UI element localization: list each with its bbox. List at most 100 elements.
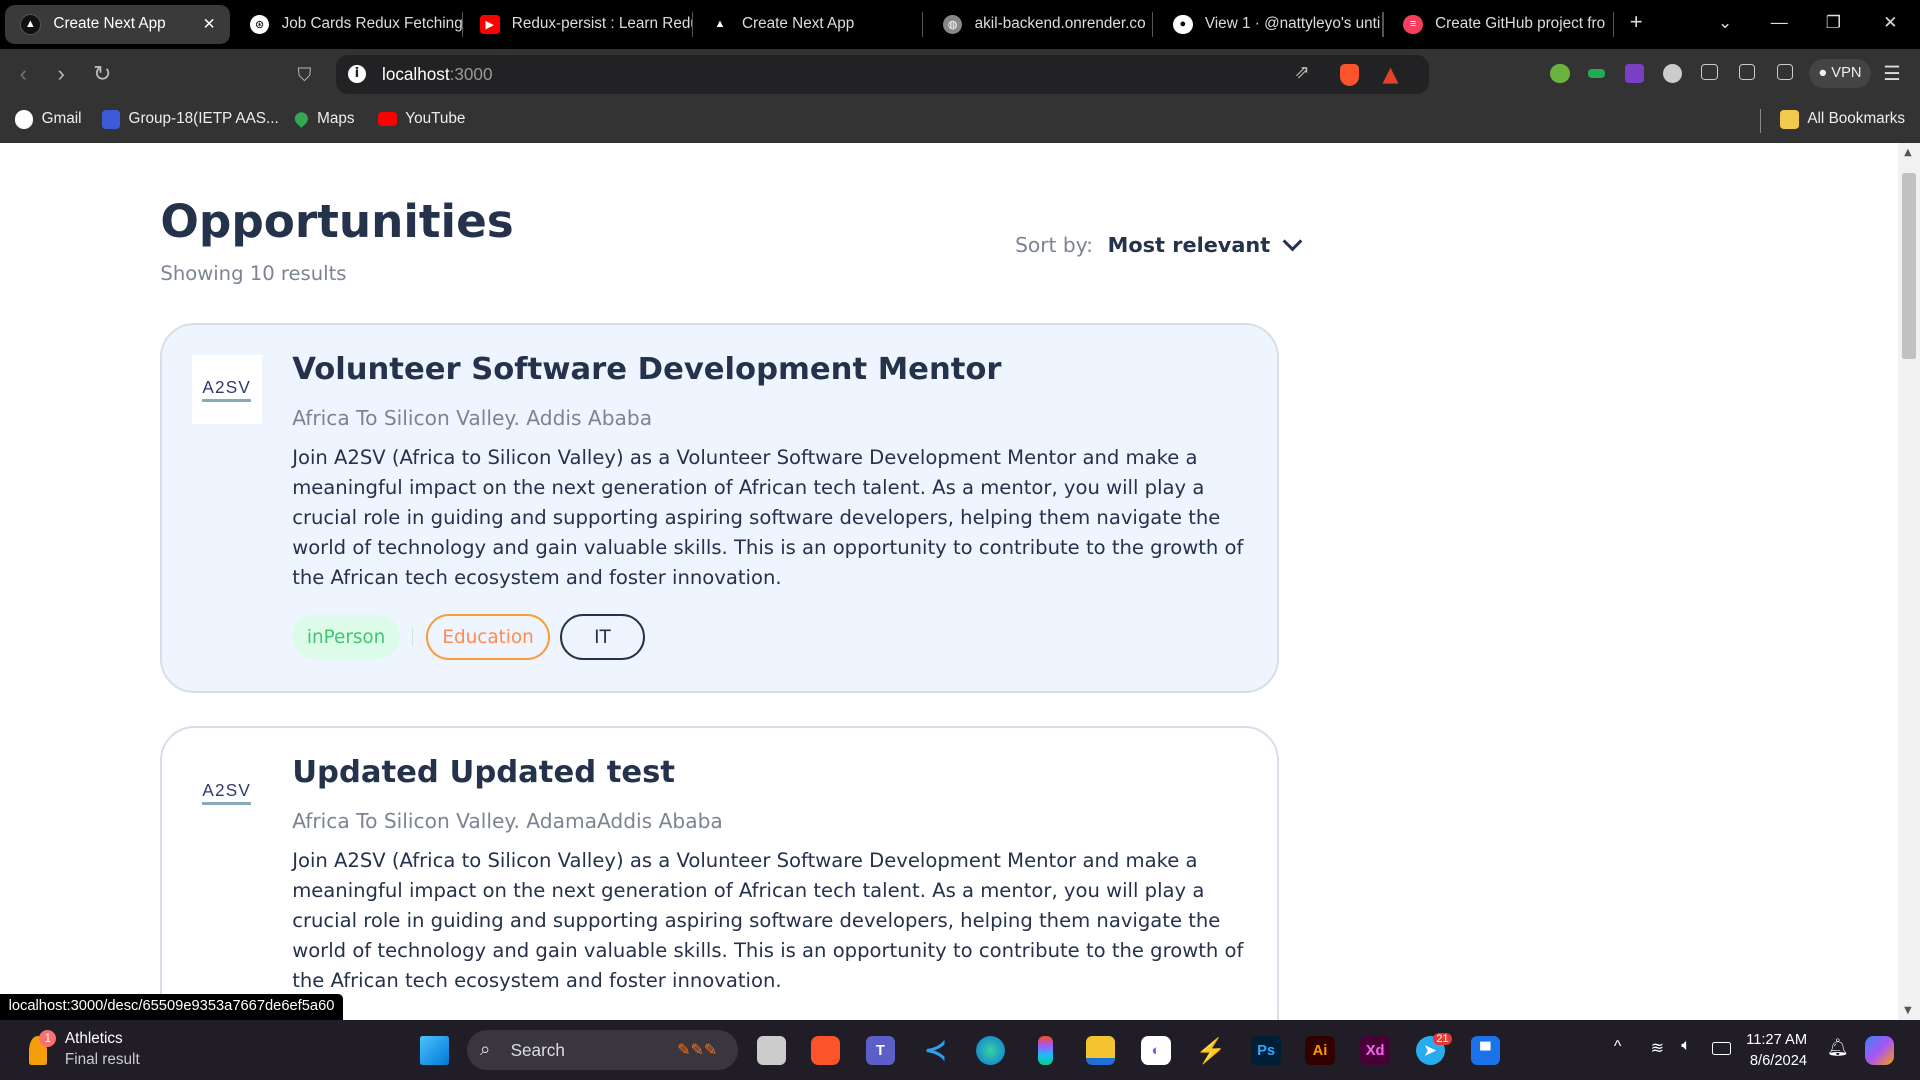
status-bar-url: localhost:3000/desc/65509e9353a7667de6ef… — [0, 994, 343, 1020]
time: 11:27 AM — [1746, 1031, 1808, 1048]
extension-add-icon[interactable] — [1550, 63, 1570, 84]
bookmark-label: All Bookmarks — [1807, 110, 1906, 128]
back-button[interactable]: ‹ — [20, 61, 27, 87]
divider — [412, 628, 414, 646]
teams-icon[interactable]: T — [865, 1035, 896, 1066]
menu-icon[interactable]: ☰ — [1883, 62, 1901, 86]
scroll-down-icon[interactable]: ▼ — [1904, 1005, 1912, 1016]
search-icon: ⌕ — [479, 1038, 491, 1060]
tag-it: IT — [560, 614, 645, 660]
bookmark-label: Group-18(IETP AAS... — [128, 110, 279, 128]
battery-icon[interactable] — [1711, 1042, 1731, 1056]
app-icon[interactable]: ◐ — [1141, 1035, 1171, 1066]
vpn-button[interactable]: ● VPN — [1808, 58, 1872, 89]
weather-widget[interactable]: 1 Athletics Final result — [27, 1029, 149, 1073]
tab-create-next-app-2[interactable]: ▲ Create Next App — [696, 5, 924, 44]
taskbar-search[interactable]: ⌕ Search ✎✎✎ — [466, 1029, 739, 1071]
widget-subtitle: Final result — [64, 1050, 140, 1068]
edge-icon[interactable] — [975, 1035, 1006, 1066]
tab-github-view[interactable]: ● View 1 · @nattyleyo's unti — [1158, 5, 1384, 44]
taskbar: 1 Athletics Final result ⌕ Search ✎✎✎ T … — [0, 1020, 1920, 1080]
photoshop-icon[interactable]: Ps — [1251, 1035, 1281, 1066]
puzzle-icon[interactable] — [1700, 63, 1718, 81]
close-window-button[interactable]: ✕ — [1883, 12, 1897, 33]
share-icon[interactable]: ⇗ — [1294, 62, 1309, 83]
bookmark-maps[interactable]: Maps — [292, 109, 355, 129]
date: 8/6/2024 — [1749, 1052, 1808, 1069]
opportunity-card[interactable]: A2SV Volunteer Software Development Ment… — [160, 323, 1279, 694]
sidebar-icon[interactable] — [1738, 63, 1756, 81]
tab-title: Create Next App — [53, 15, 166, 33]
tab-title: Create Next App — [742, 15, 855, 33]
notification-bell-icon[interactable]: 🔔︎ — [1827, 1037, 1849, 1058]
new-tab-button[interactable]: + — [1630, 9, 1643, 35]
tab-github-project[interactable]: ≡ Create GitHub project fro — [1389, 5, 1614, 44]
figma-icon[interactable] — [1038, 1035, 1054, 1066]
maps-icon — [292, 109, 312, 129]
page-title: Opportunities — [160, 194, 514, 248]
telegram-badge: 21 — [1432, 1033, 1453, 1046]
illustrator-icon[interactable]: Ai — [1305, 1035, 1335, 1066]
address-bar[interactable]: i localhost:3000 ⇗ ▲ — [335, 55, 1429, 95]
scroll-up-icon[interactable]: ▲ — [1904, 147, 1912, 158]
windows-start-icon[interactable] — [420, 1035, 450, 1066]
brave-taskbar-icon[interactable] — [810, 1035, 840, 1066]
all-bookmarks-button[interactable]: All Bookmarks — [1780, 110, 1906, 129]
tab-search-chevron-icon[interactable]: ⌄ — [1718, 12, 1732, 33]
wifi-icon[interactable]: ≋ — [1651, 1038, 1664, 1058]
close-icon[interactable]: ✕ — [203, 15, 216, 34]
wallet-icon[interactable] — [1776, 63, 1794, 81]
scrollbar-thumb[interactable] — [1901, 172, 1917, 359]
tab-title: Job Cards Redux Fetching — [281, 15, 463, 33]
card-title[interactable]: Updated Updated test — [292, 755, 675, 790]
tab-strip: ▲ Create Next App ✕ ⊛ Job Cards Redux Fet… — [0, 0, 1920, 49]
calendar-icon — [101, 110, 120, 129]
brave-rewards-icon[interactable]: ▲ — [1382, 62, 1398, 86]
vscode-icon[interactable]: ≺ — [921, 1035, 950, 1065]
divider — [1759, 108, 1761, 134]
youtube-icon: ▶ — [479, 14, 500, 35]
google-icon — [14, 110, 34, 129]
extension-s-icon[interactable] — [1624, 63, 1645, 84]
search-label: Search — [510, 1039, 565, 1060]
widget-badge: 1 — [39, 1029, 57, 1047]
tab-title: View 1 · @nattyleyo's unti — [1204, 15, 1381, 33]
bookmark-icon[interactable]: ⛉ — [298, 64, 312, 86]
xd-icon[interactable]: Xd — [1360, 1035, 1390, 1066]
volume-icon[interactable]: 🔈︎ — [1681, 1037, 1691, 1055]
bookmark-group-18[interactable]: Group-18(IETP AAS... — [101, 110, 279, 129]
chevron-up-icon[interactable]: ^ — [1614, 1038, 1621, 1056]
sort-dropdown[interactable]: Sort by: Most relevant — [1015, 231, 1303, 257]
minimize-button[interactable]: — — [1771, 12, 1788, 33]
tab-create-next-app[interactable]: ▲ Create Next App ✕ — [4, 4, 231, 45]
bookmark-label: YouTube — [405, 110, 466, 128]
task-view-icon[interactable] — [756, 1035, 787, 1066]
card-org: Africa To Silicon Valley. AdamaAddis Aba… — [292, 808, 723, 833]
scrollbar[interactable]: ▲ ▼ — [1897, 143, 1920, 1020]
reload-button[interactable]: ↻ — [93, 61, 111, 87]
tab-job-cards[interactable]: ⊛ Job Cards Redux Fetching — [235, 5, 463, 44]
tab-title: akil-backend.onrender.co — [974, 15, 1146, 33]
clock[interactable]: 11:27 AM 8/6/2024 — [1746, 1030, 1807, 1072]
forward-button[interactable]: › — [58, 61, 65, 87]
tab-akil-backend[interactable]: ◍ akil-backend.onrender.co — [928, 5, 1154, 44]
card-title[interactable]: Volunteer Software Development Mentor — [292, 352, 1001, 387]
youtube-icon — [378, 112, 397, 126]
info-icon[interactable]: i — [347, 64, 367, 84]
screen: ▲ Create Next App ✕ ⊛ Job Cards Redux Fet… — [0, 0, 1920, 1080]
chatgpt-icon: ⊛ — [249, 14, 270, 35]
bookmark-label: Maps — [317, 110, 355, 128]
copilot-icon[interactable] — [1864, 1035, 1895, 1066]
tab-redux-persist[interactable]: ▶ Redux-persist : Learn Redu — [465, 5, 694, 44]
card-org: Africa To Silicon Valley. Addis Ababa — [292, 406, 653, 431]
extension-icon[interactable] — [1662, 63, 1683, 84]
app-icon[interactable]: ▀ — [1470, 1035, 1500, 1066]
brave-shields-icon[interactable] — [1339, 63, 1360, 86]
bookmark-youtube[interactable]: YouTube — [378, 110, 465, 128]
file-explorer-icon[interactable] — [1086, 1035, 1116, 1065]
card-description: Join A2SV (Africa to Silicon Valley) as … — [292, 445, 1244, 589]
framer-icon[interactable]: ⚡ — [1196, 1036, 1226, 1065]
restore-button[interactable]: ❐ — [1826, 12, 1841, 33]
bookmark-gmail[interactable]: Gmail — [14, 110, 82, 129]
extension-icon[interactable] — [1588, 68, 1606, 79]
